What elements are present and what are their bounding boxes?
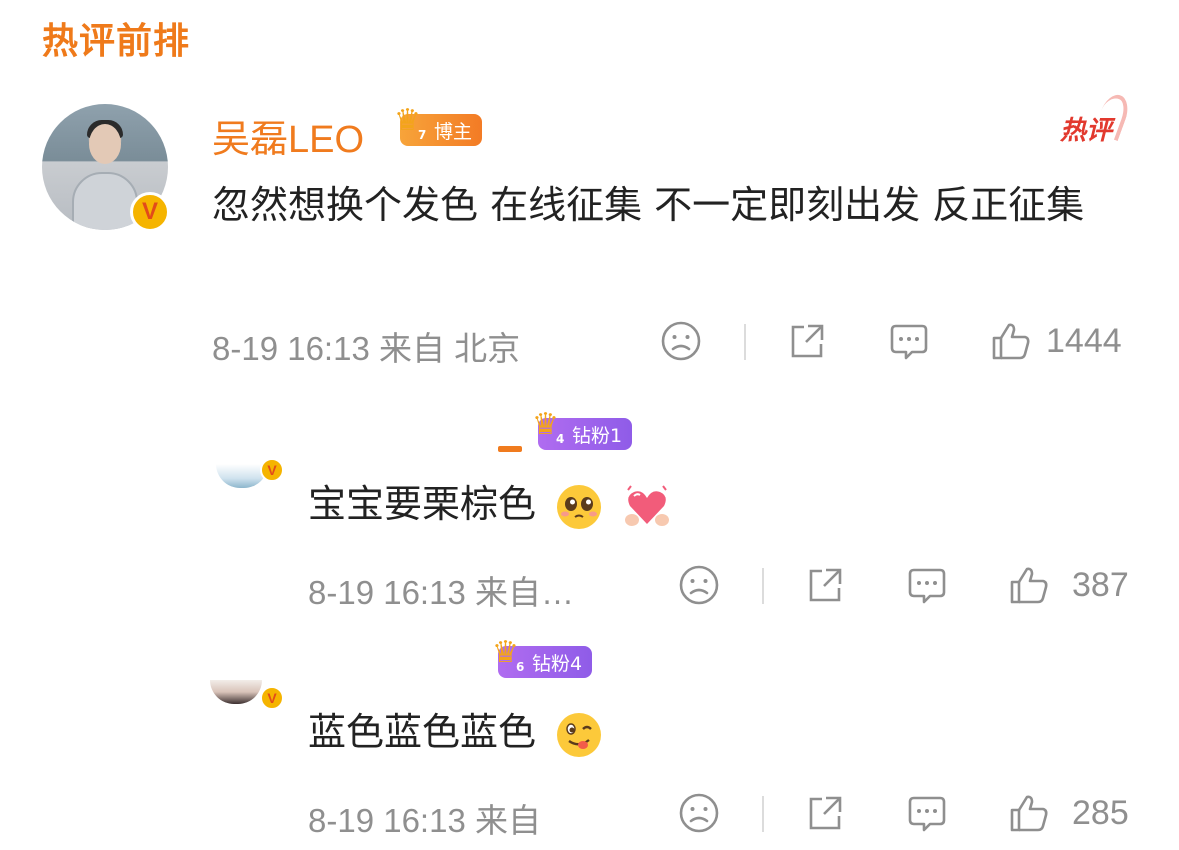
- verified-v-icon: V: [260, 686, 284, 710]
- crown-icon: ♛: [394, 103, 421, 138]
- hot-comment-tag: 热评: [1060, 110, 1112, 147]
- like-button[interactable]: 387: [1008, 564, 1129, 606]
- verified-v-icon: V: [260, 458, 284, 482]
- share-icon: [809, 568, 842, 602]
- reply-text-row: 蓝色蓝色蓝色: [308, 706, 604, 760]
- reply-text-row: 宝宝要栗棕色: [308, 478, 672, 532]
- like-count: 387: [1072, 565, 1129, 604]
- verified-v-icon: V: [130, 192, 170, 232]
- heart-hands-emoji: [625, 484, 670, 526]
- reply-text: 蓝色蓝色蓝色: [308, 710, 537, 754]
- yummy-face-emoji: [557, 712, 602, 757]
- section-title: 热评前排: [42, 21, 191, 62]
- thumbs-up-icon: [1010, 795, 1048, 832]
- crown-icon: ♛: [532, 407, 559, 442]
- like-button[interactable]: 285: [1008, 792, 1129, 834]
- like-count: 1444: [1046, 321, 1122, 360]
- badge-label: 钻粉4: [532, 652, 583, 675]
- username-fragment: [498, 446, 522, 452]
- reply-text: 宝宝要栗棕色: [308, 482, 537, 526]
- share-icon: [809, 796, 842, 830]
- reply-meta: 8-19 16:13 来自…: [308, 574, 574, 611]
- crown-level: 7: [418, 128, 427, 142]
- sad-face-icon: [661, 321, 701, 361]
- sad-face-icon: [679, 565, 719, 605]
- pleading-face-emoji: [557, 484, 602, 529]
- crown-level: 4: [556, 432, 565, 446]
- username[interactable]: 吴磊LEO: [212, 108, 364, 163]
- comment-button[interactable]: [906, 564, 948, 606]
- comment-button[interactable]: [906, 792, 948, 834]
- comment-icon: [908, 796, 946, 832]
- reply-meta: 8-19 16:13 来自: [308, 802, 541, 839]
- sad-face-icon: [679, 793, 719, 833]
- fan-badge[interactable]: ♛ 6 钻粉4: [492, 638, 593, 678]
- badge-label: 钻粉1: [572, 424, 623, 447]
- comment-icon: [890, 324, 928, 360]
- badge-label: 博主: [434, 120, 473, 143]
- blogger-badge[interactable]: ♛ 7 博主: [394, 106, 483, 146]
- dislike-button[interactable]: [678, 564, 720, 606]
- divider: [762, 796, 764, 832]
- share-icon: [791, 324, 824, 358]
- crown-icon: ♛: [492, 635, 519, 670]
- like-button[interactable]: 1444: [990, 320, 1122, 362]
- share-button[interactable]: [804, 564, 846, 606]
- like-count: 285: [1072, 793, 1129, 832]
- divider: [762, 568, 764, 604]
- thumbs-up-icon: [1010, 567, 1048, 604]
- thumbs-up-icon: [992, 323, 1030, 360]
- fan-badge[interactable]: ♛ 4 钻粉1: [532, 410, 633, 450]
- dislike-button[interactable]: [678, 792, 720, 834]
- share-button[interactable]: [804, 792, 846, 834]
- dislike-button[interactable]: [660, 320, 702, 362]
- comment-button[interactable]: [888, 320, 930, 362]
- comment-meta: 8-19 16:13 来自 北京: [212, 330, 521, 367]
- comment-text: 忽然想换个发色 在线征集 不一定即刻出发 反正征集: [212, 183, 1085, 227]
- divider: [744, 324, 746, 360]
- share-button[interactable]: [786, 320, 828, 362]
- comment-icon: [908, 568, 946, 604]
- crown-level: 6: [516, 660, 525, 674]
- reply-avatar[interactable]: [210, 680, 262, 704]
